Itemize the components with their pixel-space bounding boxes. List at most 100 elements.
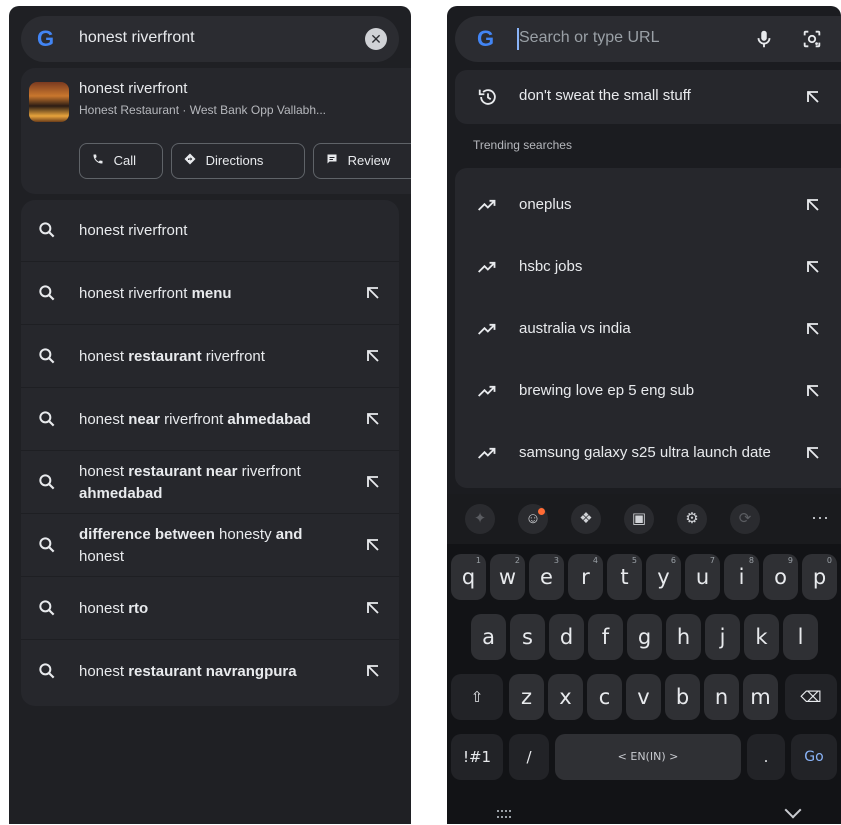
review-button[interactable]: Review — [313, 143, 411, 179]
space-bar[interactable]: < EN(IN) > — [555, 734, 741, 780]
key-g-label: g — [637, 625, 652, 649]
key-e[interactable]: e3 — [529, 554, 564, 600]
trending-label: brewing love ep 5 eng sub — [519, 382, 695, 399]
key-b-label: b — [675, 685, 690, 709]
period-key[interactable]: . — [747, 734, 785, 780]
key-o[interactable]: o9 — [763, 554, 798, 600]
sticker-icon[interactable]: ❖ — [571, 504, 601, 534]
call-button[interactable]: Call — [79, 143, 163, 179]
hide-keyboard-chevron-icon[interactable] — [784, 801, 802, 819]
key-m[interactable]: m — [743, 674, 778, 720]
key-r[interactable]: r4 — [568, 554, 603, 600]
search-input[interactable]: honest riverfront — [79, 29, 195, 47]
suggestion-part: honest — [79, 347, 129, 365]
trending-item[interactable]: oneplus — [455, 174, 841, 236]
key-h[interactable]: h — [666, 614, 701, 660]
suggestion-part: honest riverfront — [79, 284, 192, 302]
fill-query-arrow-icon[interactable] — [803, 87, 823, 107]
fill-query-arrow-icon[interactable] — [363, 598, 383, 618]
key-f-label: f — [601, 625, 610, 649]
key-t[interactable]: t5 — [607, 554, 642, 600]
clear-icon[interactable]: ✕ — [365, 28, 387, 50]
suggestion-label: honest restaurant near riverfront ahmeda… — [79, 461, 339, 505]
suggestion-row[interactable]: honest riverfront menu — [21, 263, 399, 325]
settings-icon[interactable]: ⚙ — [677, 504, 707, 534]
key-v[interactable]: v — [626, 674, 661, 720]
review-label: Review — [347, 153, 391, 168]
keyboard-switch-icon[interactable] — [497, 810, 511, 818]
search-icon — [37, 346, 57, 366]
key-number-hint: 0 — [826, 556, 832, 565]
fill-query-arrow-icon[interactable] — [803, 381, 823, 401]
key-k[interactable]: k — [744, 614, 779, 660]
key-y[interactable]: y6 — [646, 554, 681, 600]
fill-query-arrow-icon[interactable] — [803, 195, 823, 215]
fill-query-arrow-icon[interactable] — [363, 472, 383, 492]
suggestion-row[interactable]: honest near riverfront ahmedabad — [21, 389, 399, 451]
key-x[interactable]: x — [548, 674, 583, 720]
suggestion-row[interactable]: difference between honesty and honest — [21, 515, 399, 577]
directions-button[interactable]: Directions — [171, 143, 305, 179]
key-s[interactable]: s — [510, 614, 545, 660]
key-n[interactable]: n — [704, 674, 739, 720]
suggestion-bold-part: near — [128, 410, 160, 428]
trending-item[interactable]: samsung galaxy s25 ultra launch date — [455, 422, 841, 484]
emoji-icon[interactable]: ☺ — [518, 504, 548, 534]
key-c[interactable]: c — [587, 674, 622, 720]
suggestion-part: riverfront — [237, 462, 301, 480]
key-x-label: x — [559, 685, 572, 709]
fill-query-arrow-icon[interactable] — [803, 443, 823, 463]
microphone-icon[interactable] — [753, 28, 775, 50]
suggestion-part: riverfront — [201, 347, 265, 365]
suggestion-row[interactable]: honest riverfront — [21, 200, 399, 262]
key-p[interactable]: p0 — [802, 554, 837, 600]
slash-key[interactable]: / — [509, 734, 549, 780]
trending-item[interactable]: hsbc jobs — [455, 236, 841, 298]
directions-icon — [184, 144, 202, 178]
fill-query-arrow-icon[interactable] — [363, 283, 383, 303]
trending-item[interactable]: brewing love ep 5 eng sub — [455, 360, 841, 422]
key-w-label: w — [498, 565, 517, 589]
go-key[interactable]: Go — [791, 734, 837, 780]
symbols-key[interactable]: !#1 — [451, 734, 503, 780]
suggestion-row[interactable]: honest restaurant riverfront — [21, 326, 399, 388]
key-i[interactable]: i8 — [724, 554, 759, 600]
url-search-input[interactable]: Search or type URL — [519, 29, 660, 47]
suggestion-row[interactable]: honest restaurant near riverfront ahmeda… — [21, 452, 399, 514]
translate-icon[interactable]: ⟳ — [730, 504, 760, 534]
sparkle-icon[interactable]: ✦ — [465, 504, 495, 534]
fill-query-arrow-icon[interactable] — [363, 535, 383, 555]
key-u[interactable]: u7 — [685, 554, 720, 600]
fill-query-arrow-icon[interactable] — [363, 346, 383, 366]
url-search-bar[interactable]: G Search or type URL — [455, 16, 841, 62]
place-suggestion-card[interactable]: honest riverfront Honest Restaurant · We… — [21, 68, 411, 194]
key-l[interactable]: l — [783, 614, 818, 660]
key-z[interactable]: z — [509, 674, 544, 720]
suggestion-row[interactable]: honest rto — [21, 578, 399, 640]
fill-query-arrow-icon[interactable] — [363, 661, 383, 681]
shift-key[interactable]: ⇧ — [451, 674, 503, 720]
lens-camera-icon[interactable] — [801, 28, 823, 50]
history-suggestion[interactable]: don't sweat the small stuff — [455, 70, 841, 124]
suggestion-row[interactable]: honest restaurant navrangpura — [21, 641, 399, 703]
key-g[interactable]: g — [627, 614, 662, 660]
shift-key-label: ⇧ — [470, 688, 484, 706]
fill-query-arrow-icon[interactable] — [803, 257, 823, 277]
clipboard-icon[interactable]: ▣ — [624, 504, 654, 534]
key-a[interactable]: a — [471, 614, 506, 660]
history-suggestion-label: don't sweat the small stuff — [519, 87, 691, 104]
more-icon[interactable]: ··· — [805, 504, 835, 534]
key-w[interactable]: w2 — [490, 554, 525, 600]
key-d[interactable]: d — [549, 614, 584, 660]
trending-item[interactable]: australia vs india — [455, 298, 841, 360]
key-q[interactable]: q1 — [451, 554, 486, 600]
directions-label: Directions — [205, 153, 264, 168]
fill-query-arrow-icon[interactable] — [363, 409, 383, 429]
key-j[interactable]: j — [705, 614, 740, 660]
backspace-key[interactable]: ⌫ — [785, 674, 837, 720]
search-bar[interactable]: G honest riverfront ✕ — [21, 16, 399, 62]
search-icon — [37, 472, 57, 492]
key-f[interactable]: f — [588, 614, 623, 660]
key-b[interactable]: b — [665, 674, 700, 720]
fill-query-arrow-icon[interactable] — [803, 319, 823, 339]
